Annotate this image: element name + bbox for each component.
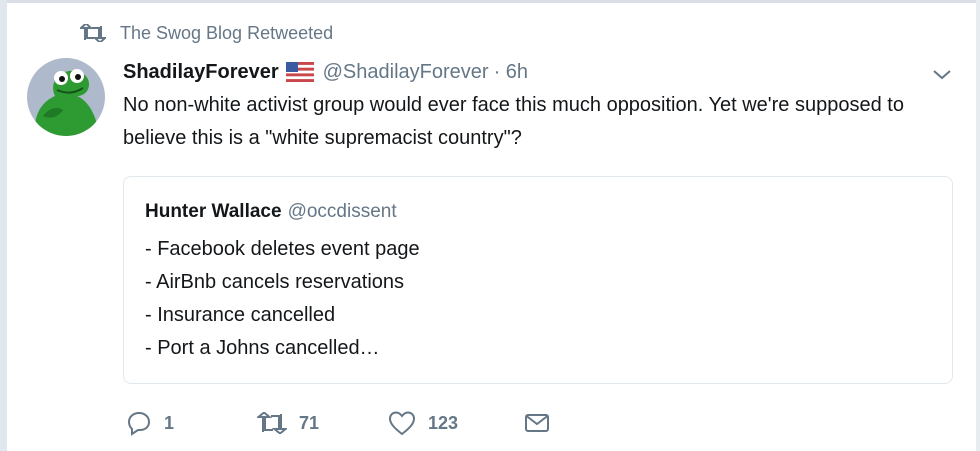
message-icon <box>524 412 550 434</box>
window-right-edge <box>976 0 980 451</box>
tweet-text: No non-white activist group would ever f… <box>123 94 904 149</box>
quoted-tweet-line: - Port a Johns cancelled… <box>145 337 380 359</box>
window-top-edge <box>0 0 980 3</box>
quoted-author-name: Hunter Wallace <box>145 201 282 222</box>
chevron-down-icon[interactable] <box>930 62 954 86</box>
author-name[interactable]: ShadilayForever <box>123 61 279 84</box>
quoted-tweet-line: - Insurance cancelled <box>145 304 336 326</box>
reply-button[interactable]: 1 <box>126 406 174 440</box>
reply-icon <box>126 410 152 436</box>
quoted-tweet-card[interactable]: Hunter Wallace @occdissent - Facebook de… <box>123 176 953 384</box>
message-button[interactable] <box>524 406 550 440</box>
retweet-context-label[interactable]: The Swog Blog Retweeted <box>120 23 333 44</box>
like-button[interactable]: 123 <box>388 406 458 440</box>
tweet-header: ShadilayForever @ShadilayForever · 6h <box>123 58 528 86</box>
quoted-tweet-line: - AirBnb cancels reservations <box>145 271 405 293</box>
retweet-context: The Swog Blog Retweeted <box>80 20 333 46</box>
quoted-author-handle: @occdissent <box>287 201 397 222</box>
avatar[interactable] <box>27 58 105 136</box>
retweet-count: 71 <box>299 412 320 433</box>
flag-icon <box>285 62 314 82</box>
quoted-tweet-line: - Facebook deletes event page <box>145 238 420 260</box>
tweet-timestamp[interactable]: · 6h <box>494 61 528 84</box>
tweet-actions: 1 71 123 <box>126 406 586 440</box>
reply-count: 1 <box>164 412 175 433</box>
author-handle[interactable]: @ShadilayForever <box>323 61 489 84</box>
retweet-icon <box>257 412 287 434</box>
quoted-tweet-header: Hunter Wallace @occdissent <box>145 201 397 223</box>
like-count: 123 <box>428 412 459 433</box>
retweet-icon <box>80 23 106 43</box>
like-icon <box>388 410 416 436</box>
retweet-button[interactable]: 71 <box>257 406 319 440</box>
window-left-edge <box>0 0 7 451</box>
quoted-tweet-text: - Facebook deletes event page - AirBnb c… <box>145 233 420 365</box>
